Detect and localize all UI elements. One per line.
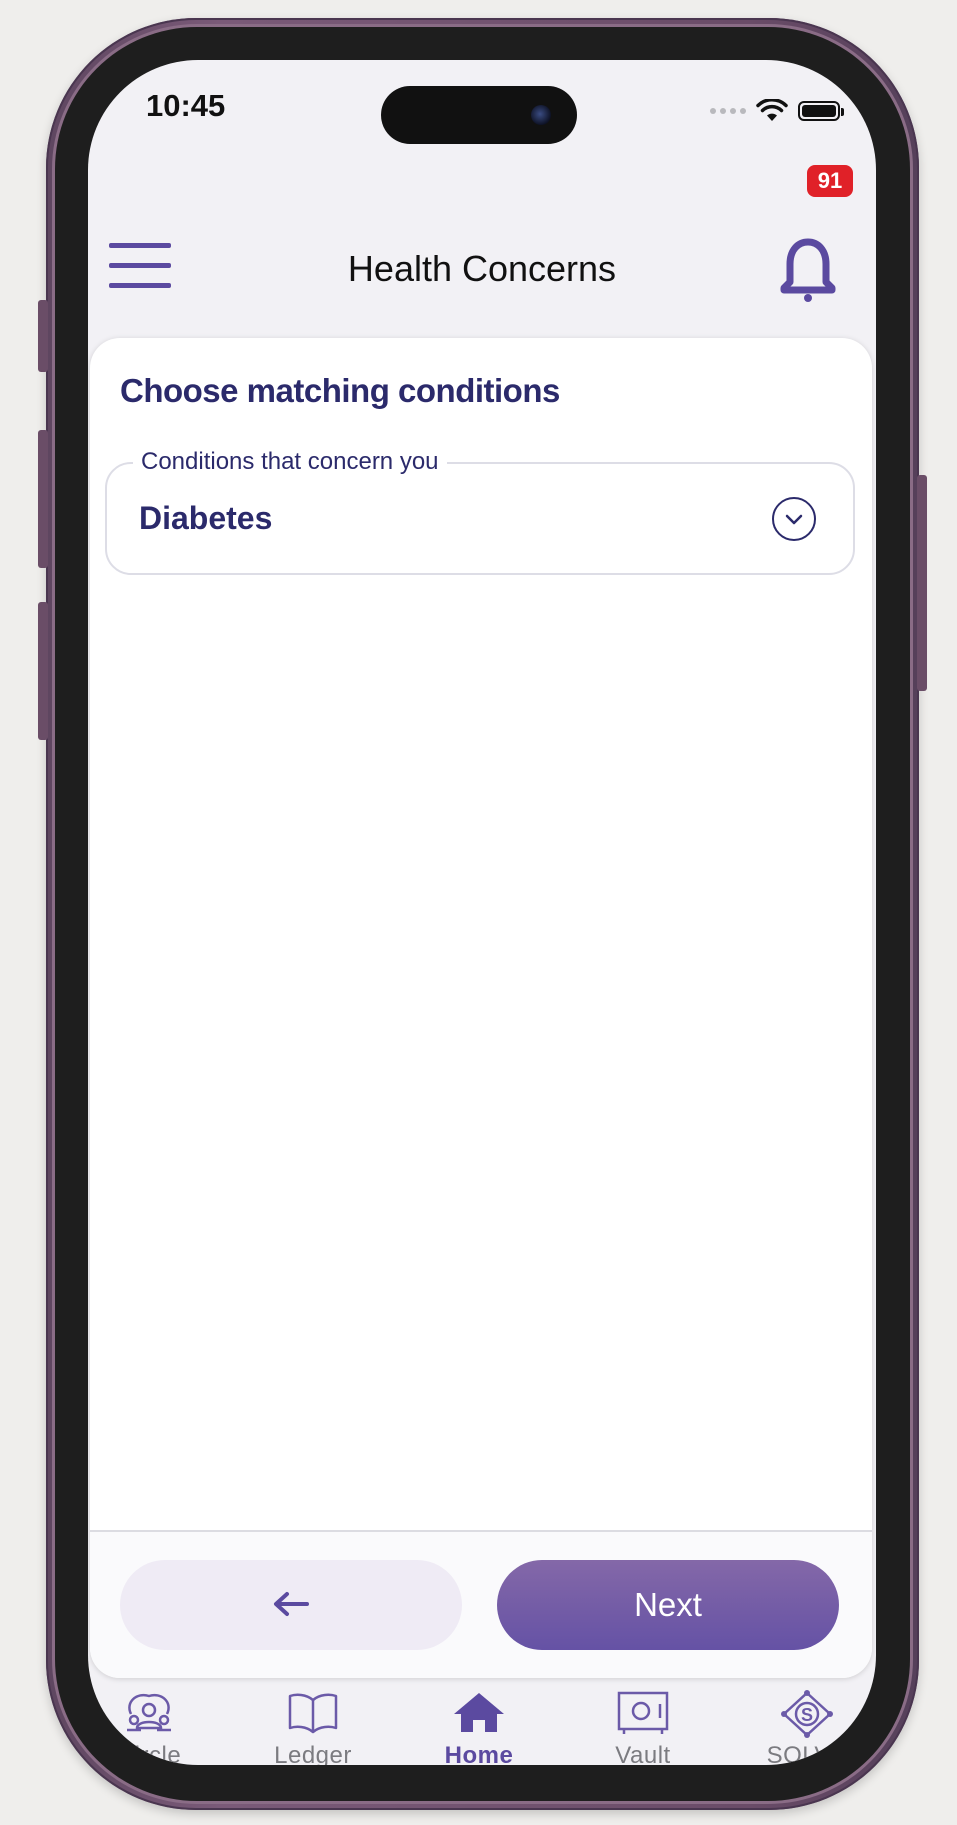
action-button	[38, 300, 48, 372]
next-button[interactable]: Next	[497, 1560, 839, 1650]
conditions-dropdown[interactable]: Conditions that concern you Diabetes	[105, 448, 855, 575]
tab-label: Vault	[615, 1742, 671, 1765]
battery-icon	[798, 101, 844, 121]
app-screen: 10:45 Health Concerns 91 Choose matching…	[88, 60, 876, 1765]
svg-text:S: S	[801, 1705, 813, 1725]
card-heading: Choose matching conditions	[120, 372, 560, 409]
bottom-tab-bar: Circle Ledger Home Vault S SOLVE	[88, 1690, 876, 1765]
conditions-card: Choose matching conditions Conditions th…	[90, 338, 872, 1678]
arrow-left-icon	[274, 1591, 309, 1616]
status-time: 10:45	[146, 88, 226, 123]
notifications-button[interactable]	[774, 228, 844, 312]
dropdown-selected-value: Diabetes	[139, 500, 273, 536]
dropdown-label: Conditions that concern you	[133, 448, 447, 476]
bell-icon	[780, 238, 836, 302]
app-header: Health Concerns	[88, 210, 876, 330]
tab-label: SOLVE	[766, 1742, 848, 1765]
tab-solve[interactable]: S SOLVE	[732, 1690, 876, 1765]
volume-down-button	[38, 602, 48, 740]
tab-home[interactable]: Home	[404, 1690, 554, 1765]
card-footer: Next	[90, 1530, 872, 1678]
back-button[interactable]	[120, 1560, 462, 1650]
tab-label: Circle	[116, 1742, 182, 1765]
power-button	[917, 475, 927, 691]
page-title: Health Concerns	[347, 248, 617, 289]
notification-badge: 91	[807, 165, 853, 197]
camera-icon	[531, 105, 551, 125]
tab-ledger[interactable]: Ledger	[238, 1690, 388, 1765]
volume-up-button	[38, 430, 48, 568]
safe-icon	[617, 1691, 669, 1734]
tab-circle[interactable]: Circle	[88, 1690, 224, 1765]
tab-label: Home	[444, 1742, 514, 1765]
open-book-icon	[288, 1693, 338, 1734]
status-icons	[710, 96, 844, 126]
home-icon	[454, 1693, 504, 1732]
signal-dots-icon	[710, 108, 746, 114]
dynamic-island	[381, 86, 577, 144]
solve-diamond-icon: S	[781, 1690, 833, 1738]
people-circle-icon	[127, 1693, 171, 1732]
chevron-down-icon[interactable]	[772, 497, 816, 541]
wifi-icon	[756, 99, 788, 121]
tab-vault[interactable]: Vault	[568, 1690, 718, 1765]
tab-label: Ledger	[274, 1742, 352, 1765]
